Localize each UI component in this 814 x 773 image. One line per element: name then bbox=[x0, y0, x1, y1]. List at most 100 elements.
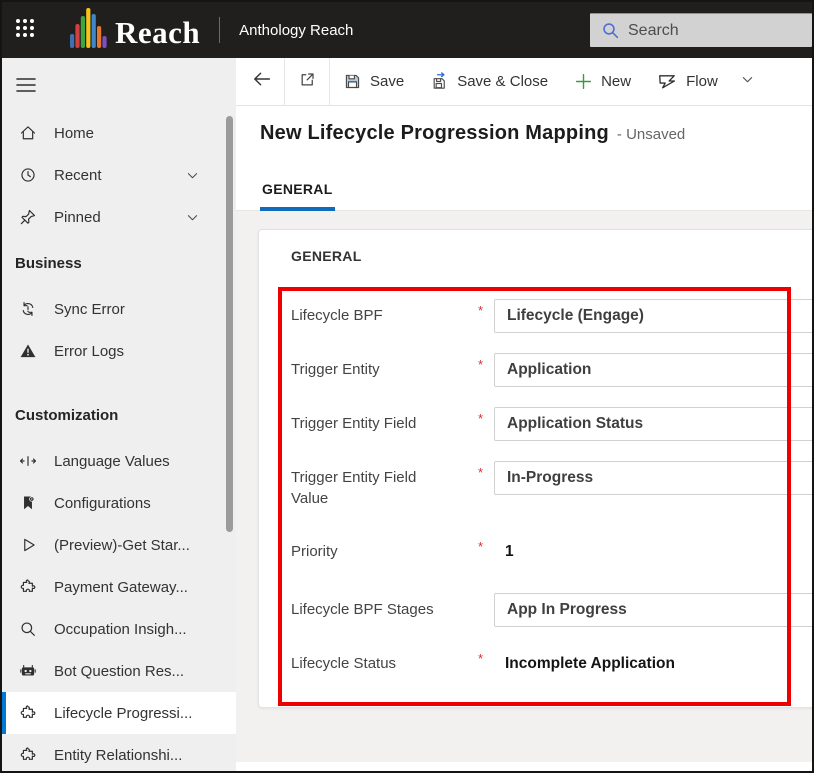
field-control: In-Progress bbox=[494, 461, 812, 495]
sidebar-item-error-logs[interactable]: Error Logs bbox=[2, 330, 236, 372]
chevron-down-icon[interactable] bbox=[185, 168, 200, 183]
warning-icon bbox=[18, 341, 38, 361]
reach-logo-bars-icon bbox=[70, 8, 108, 53]
form-fields: Lifecycle BPF * Lifecycle (Engage) Trigger … bbox=[291, 264, 812, 681]
sidebar-item-home[interactable]: Home bbox=[2, 112, 236, 154]
home-icon bbox=[18, 123, 38, 143]
form-field-row: Lifecycle Status*Incomplete Application bbox=[291, 647, 812, 681]
flow-label: Flow bbox=[686, 73, 718, 90]
hamburger-icon bbox=[15, 81, 37, 98]
popout-icon bbox=[298, 70, 317, 94]
required-asterisk: * bbox=[478, 353, 494, 372]
chevron-down-icon[interactable] bbox=[185, 210, 200, 225]
sidebar-item-lifecycle-progressi[interactable]: Lifecycle Progressi... bbox=[2, 692, 236, 734]
save-icon bbox=[343, 72, 362, 91]
search-input[interactable]: Search bbox=[590, 13, 812, 47]
save-button[interactable]: Save bbox=[330, 58, 417, 106]
app-launcher-button[interactable] bbox=[2, 2, 48, 58]
search-placeholder: Search bbox=[628, 22, 679, 40]
general-section-card: GENERAL Lifecycle BPF * Lifecycle (Engage)… bbox=[258, 229, 812, 708]
play-icon bbox=[18, 535, 38, 555]
back-arrow-icon bbox=[252, 69, 272, 94]
sidebar-item-language-values[interactable]: Language Values bbox=[2, 440, 236, 482]
save-label: Save bbox=[370, 73, 404, 90]
app-window: Reach Anthology Reach Search HomeRecentP… bbox=[0, 0, 814, 773]
flow-icon bbox=[657, 71, 678, 92]
form-field-row: Priority*1 bbox=[291, 535, 812, 569]
reach-logo-text: Reach bbox=[115, 13, 200, 53]
reach-logo: Reach bbox=[70, 8, 200, 53]
chevron-down-icon bbox=[740, 72, 755, 92]
field-value: Lifecycle (Engage) bbox=[507, 307, 644, 325]
sidebar-section-header: Customization bbox=[2, 398, 236, 432]
field-value[interactable]: Incomplete Application bbox=[494, 647, 812, 681]
field-value: In-Progress bbox=[507, 469, 593, 487]
main-panel: Save Save & Close bbox=[236, 58, 812, 771]
field-label: Lifecycle Status bbox=[291, 647, 478, 674]
required-asterisk: * bbox=[478, 535, 494, 554]
field-value: Application Status bbox=[507, 415, 643, 433]
sidebar-item-pinned[interactable]: Pinned bbox=[2, 196, 236, 238]
tab-strip: GENERAL bbox=[236, 153, 812, 211]
new-label: New bbox=[601, 73, 631, 90]
sidebar-item-label: Sync Error bbox=[54, 301, 125, 318]
plus-icon bbox=[574, 72, 593, 91]
page-title: New Lifecycle Progression Mapping bbox=[260, 122, 609, 145]
field-control: Lifecycle (Engage) bbox=[494, 299, 812, 333]
search-icon bbox=[18, 619, 38, 639]
sidebar-item-label: Configurations bbox=[54, 495, 151, 512]
tab-general[interactable]: GENERAL bbox=[260, 181, 335, 211]
field-label: Trigger Entity Field bbox=[291, 407, 478, 434]
unsaved-status: - Unsaved bbox=[617, 126, 685, 143]
sidebar-item-payment-gateway[interactable]: Payment Gateway... bbox=[2, 566, 236, 608]
app-name: Anthology Reach bbox=[239, 22, 353, 39]
sidebar-item-configurations[interactable]: Configurations bbox=[2, 482, 236, 524]
back-button[interactable] bbox=[240, 58, 284, 106]
puzzle-icon bbox=[18, 703, 38, 723]
field-label: Trigger Entity bbox=[291, 353, 478, 380]
field-value[interactable]: 1 bbox=[494, 535, 812, 569]
field-input[interactable]: In-Progress bbox=[494, 461, 812, 495]
sidebar-item-preview-get-star[interactable]: (Preview)-Get Star... bbox=[2, 524, 236, 566]
field-input[interactable]: Application Status bbox=[494, 407, 812, 441]
field-control: 1 bbox=[494, 535, 812, 569]
form-field-row: Trigger Entity Field Value*In-Progress bbox=[291, 461, 812, 509]
sidebar-scrollbar[interactable] bbox=[226, 116, 233, 532]
sidebar-item-label: Home bbox=[54, 125, 94, 142]
field-label: Lifecycle BPF Stages bbox=[291, 593, 478, 620]
sidebar-item-label: Entity Relationshi... bbox=[54, 747, 182, 764]
sync-error-icon bbox=[18, 299, 38, 319]
language-icon bbox=[18, 451, 38, 471]
sidebar-item-recent[interactable]: Recent bbox=[2, 154, 236, 196]
flow-button[interactable]: Flow bbox=[644, 58, 731, 106]
field-input[interactable]: App In Progress bbox=[494, 593, 812, 627]
sidebar-item-sync-error[interactable]: Sync Error bbox=[2, 288, 236, 330]
field-control: Application bbox=[494, 353, 812, 387]
command-bar: Save Save & Close bbox=[236, 58, 812, 106]
sidebar-nav: HomeRecentPinnedBusinessSync ErrorError … bbox=[2, 112, 236, 771]
sidebar-item-occupation-insigh[interactable]: Occupation Insigh... bbox=[2, 608, 236, 650]
waffle-icon bbox=[13, 16, 37, 45]
save-and-close-button[interactable]: Save & Close bbox=[417, 58, 561, 106]
sidebar-item-entity-relationshi[interactable]: Entity Relationshi... bbox=[2, 734, 236, 771]
more-commands-button[interactable] bbox=[731, 58, 765, 106]
field-input[interactable]: Lifecycle (Engage) bbox=[494, 299, 812, 333]
puzzle-icon bbox=[18, 745, 38, 765]
puzzle-icon bbox=[18, 577, 38, 597]
sidebar-item-label: Lifecycle Progressi... bbox=[54, 705, 192, 722]
configurations-icon bbox=[18, 493, 38, 513]
sidebar-item-label: (Preview)-Get Star... bbox=[54, 537, 190, 554]
field-label: Lifecycle BPF bbox=[291, 299, 478, 326]
form-field-row: Lifecycle BPF Stages App In Progress bbox=[291, 593, 812, 627]
section-title: GENERAL bbox=[291, 248, 812, 264]
new-button[interactable]: New bbox=[561, 58, 644, 106]
sidebar-item-bot-question-res[interactable]: Bot Question Res... bbox=[2, 650, 236, 692]
required-asterisk: * bbox=[478, 461, 494, 480]
field-input[interactable]: Application bbox=[494, 353, 812, 387]
form-field-row: Trigger Entity* Application bbox=[291, 353, 812, 387]
sidebar-item-label: Payment Gateway... bbox=[54, 579, 188, 596]
sidebar-item-label: Language Values bbox=[54, 453, 170, 470]
sidebar-toggle-button[interactable] bbox=[2, 58, 236, 100]
field-value: Application bbox=[507, 361, 591, 379]
open-in-new-window-button[interactable] bbox=[285, 58, 329, 106]
